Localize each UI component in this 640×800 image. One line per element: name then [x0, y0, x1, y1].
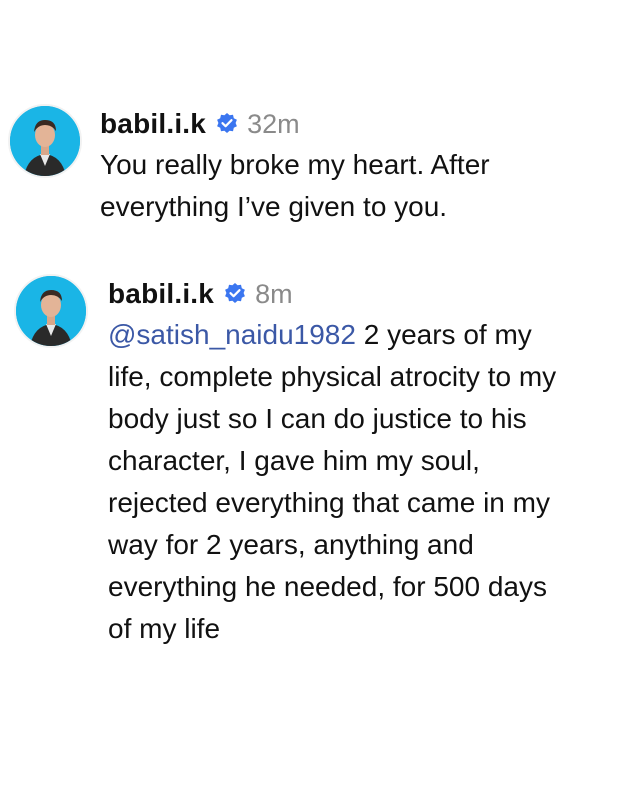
comment-content: babil.i.k 32m You really broke my heart.…	[100, 104, 580, 228]
comment-content: babil.i.k 8m @satish_naidu1982 2 years o…	[108, 274, 578, 724]
verified-badge-icon	[217, 113, 237, 133]
comment-header: babil.i.k 32m	[100, 104, 580, 144]
avatar[interactable]	[8, 104, 82, 178]
avatar-portrait-icon	[16, 276, 86, 346]
username[interactable]: babil.i.k	[108, 278, 214, 310]
comment-header: babil.i.k 8m	[108, 274, 578, 314]
username[interactable]: babil.i.k	[100, 108, 206, 140]
comment-body: 2 years of my life, complete physical at…	[108, 319, 557, 644]
verified-badge-icon	[225, 283, 245, 303]
comment-item: babil.i.k 8m @satish_naidu1982 2 years o…	[14, 274, 578, 724]
comment-text: You really broke my heart. After everyth…	[100, 149, 490, 222]
comment-text: @satish_naidu1982 2 years of my life, co…	[108, 314, 578, 724]
timestamp: 32m	[247, 108, 300, 139]
avatar-portrait-icon	[10, 106, 80, 176]
mention-link[interactable]: @satish_naidu1982	[108, 319, 356, 350]
timestamp: 8m	[255, 278, 293, 309]
avatar[interactable]	[14, 274, 88, 348]
comment-item: babil.i.k 32m You really broke my heart.…	[8, 104, 580, 228]
